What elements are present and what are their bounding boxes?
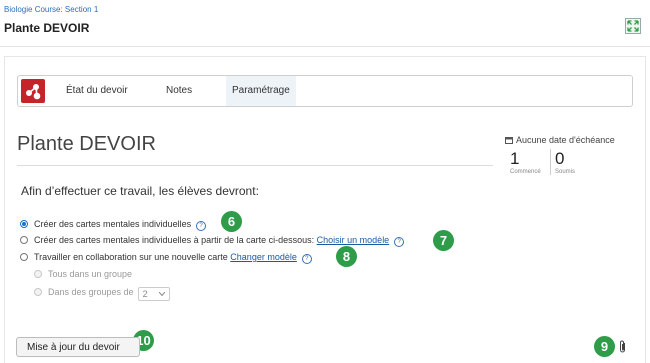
group-size-value: 2	[142, 289, 148, 299]
callout-badge: 6	[221, 211, 242, 232]
callout-badge: 9	[594, 336, 615, 357]
option-label: Créer des cartes mentales individuelles …	[34, 235, 315, 245]
radio-collaborate[interactable]	[20, 253, 28, 261]
stat-commence: 1 Commencé	[510, 149, 541, 175]
option-label: Travailler en collaboration sur une nouv…	[34, 252, 228, 262]
callout-badge: 7	[433, 230, 454, 251]
help-icon[interactable]: ?	[301, 254, 312, 264]
help-icon[interactable]: ?	[394, 237, 405, 247]
radio-individual-from-template[interactable]	[20, 236, 28, 244]
calendar-icon	[505, 137, 513, 144]
suboption-label: Tous dans un groupe	[48, 269, 133, 279]
suboption-groups-of[interactable]: Dans des groupes de 2	[34, 287, 170, 301]
stat-value: 1	[510, 149, 520, 168]
radio-individual-maps[interactable]	[20, 220, 28, 228]
help-icon[interactable]: ?	[196, 221, 207, 231]
stat-soumis: 0 Soumis	[550, 149, 575, 175]
chevron-down-icon	[158, 292, 165, 296]
callout-badge: 8	[336, 246, 357, 267]
title-divider	[17, 165, 493, 166]
group-size-select[interactable]: 2	[137, 287, 170, 301]
radio-one-group[interactable]	[34, 270, 42, 278]
top-header: Biologie Course: Section 1 Plante DEVOIR	[0, 0, 650, 47]
assignment-panel: État du devoir Notes Paramétrage Plante …	[4, 56, 646, 363]
suboption-one-group[interactable]: Tous dans un groupe	[34, 269, 132, 279]
option-collaborate[interactable]: Travailler en collaboration sur une nouv…	[20, 252, 312, 264]
breadcrumb[interactable]: Biologie Course: Section 1	[4, 5, 98, 14]
option-individual-maps[interactable]: Créer des cartes mentales individuelles?	[20, 219, 207, 231]
instructions-text: Afin d’effectuer ce travail, les élèves …	[21, 184, 259, 198]
paperclip-icon[interactable]	[618, 340, 628, 354]
assignment-title: Plante DEVOIR	[17, 133, 156, 155]
change-template-link[interactable]: Changer modèle	[230, 252, 297, 262]
page-title: Plante DEVOIR	[4, 21, 90, 35]
stat-label: Commencé	[510, 169, 541, 175]
choose-template-link[interactable]: Choisir un modèle	[317, 235, 390, 245]
update-assignment-button[interactable]: Mise à jour du devoir	[16, 337, 140, 357]
tab-etat-du-devoir[interactable]: État du devoir	[60, 76, 134, 106]
tab-notes[interactable]: Notes	[160, 76, 198, 106]
stat-value: 0	[555, 149, 565, 168]
radio-groups-of[interactable]	[34, 288, 42, 296]
stat-label: Soumis	[555, 169, 576, 175]
tab-parametrage[interactable]: Paramétrage	[226, 76, 296, 106]
expand-icon	[627, 20, 639, 32]
suboption-label: Dans des groupes de	[48, 287, 134, 297]
tab-bar: État du devoir Notes Paramétrage	[17, 75, 633, 107]
due-date-label: Aucune date d'échéance	[505, 135, 615, 145]
app-logo-icon	[21, 79, 45, 103]
expand-button[interactable]	[625, 18, 641, 34]
option-label: Créer des cartes mentales individuelles	[34, 219, 192, 229]
